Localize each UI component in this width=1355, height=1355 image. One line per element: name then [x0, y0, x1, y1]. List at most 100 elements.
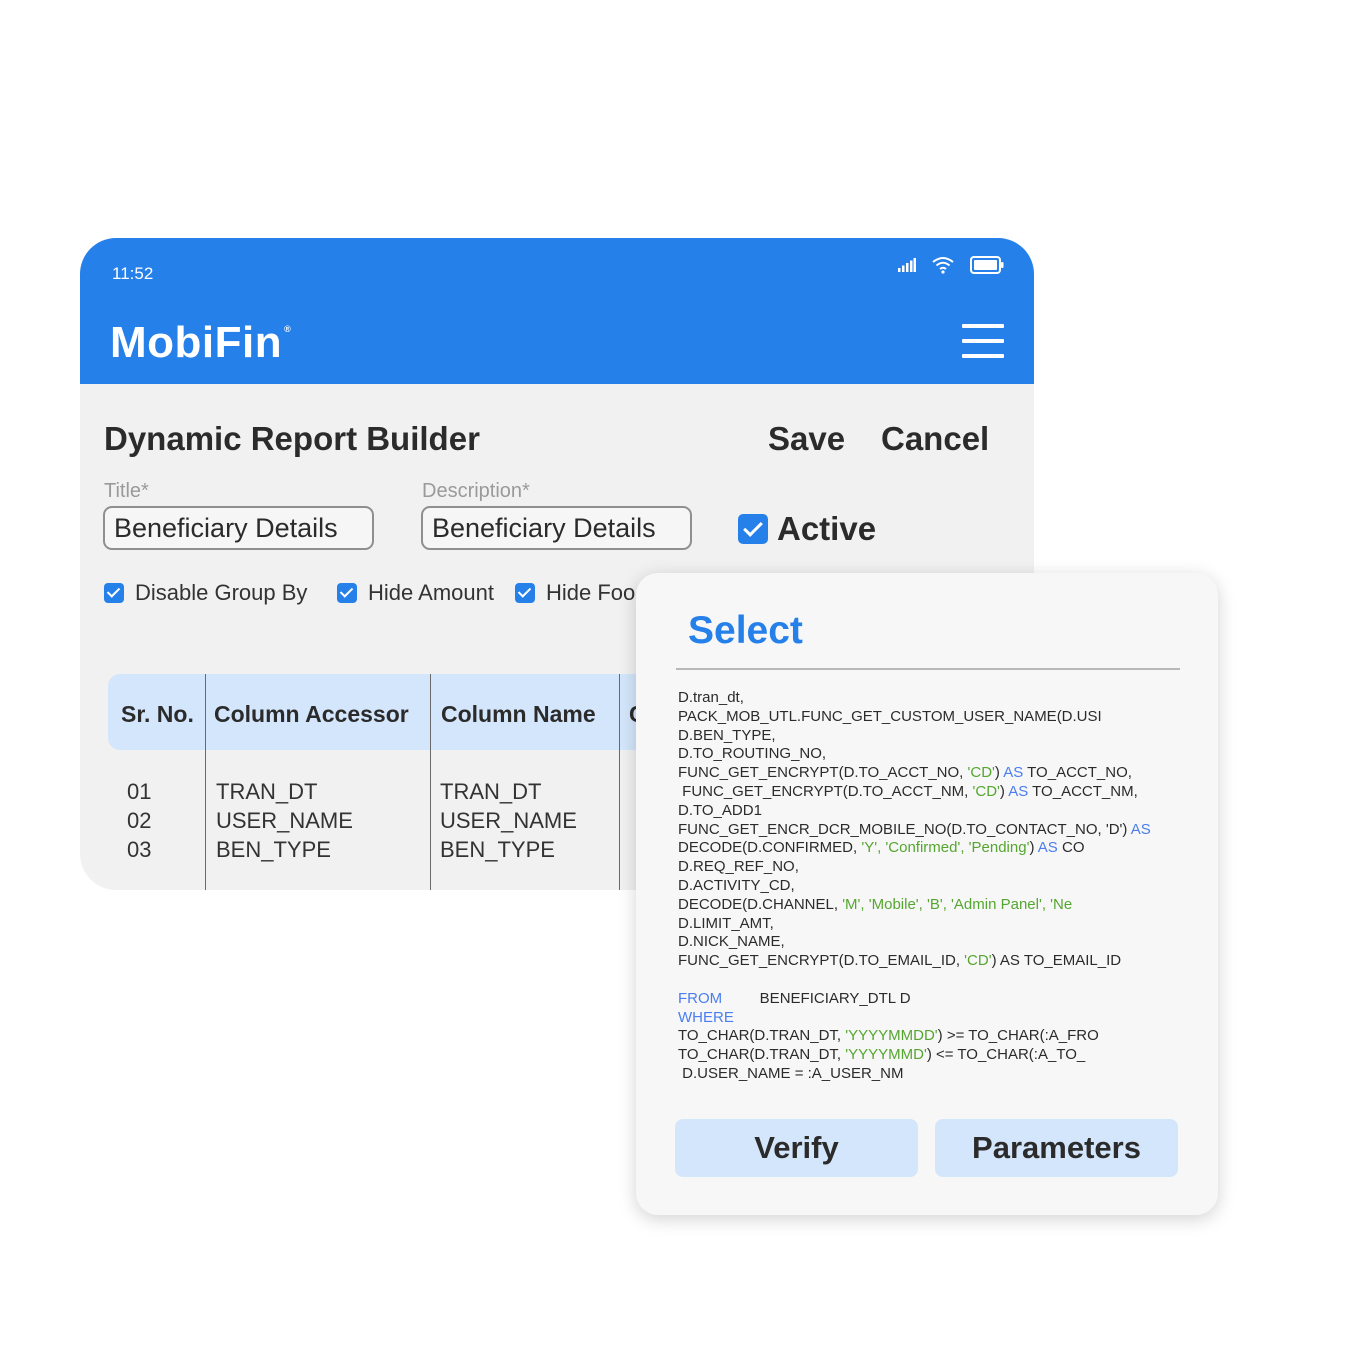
sql-text: ) <= TO_CHAR(:A_TO_: [926, 1046, 1086, 1064]
sql-string: 'YYYYMMD': [845, 1046, 927, 1064]
signal-icon: [898, 258, 916, 272]
sql-text: D.BEN_TYPE,: [678, 726, 776, 744]
page-title: Dynamic Report Builder: [104, 420, 480, 457]
sql-text: CO: [1057, 839, 1085, 857]
option-hide-footer[interactable]: Hide Foo: [515, 580, 635, 606]
sql-line: D.REQ_REF_NO,: [678, 858, 1198, 877]
row-accessor: USER_NAME: [216, 808, 353, 833]
sql-text: DECODE(D.CHANNEL,: [678, 895, 843, 913]
sql-line: D.tran_dt,: [678, 689, 1198, 708]
sql-text: ) >= TO_CHAR(:A_FRO: [937, 1027, 1099, 1045]
wifi-icon: [932, 257, 954, 274]
save-button[interactable]: Save: [768, 420, 845, 458]
verify-button[interactable]: Verify: [675, 1119, 918, 1177]
sql-text: D.USER_NAME = :A_USER_NM: [678, 1064, 904, 1082]
column-divider: [619, 674, 620, 890]
active-label: Active: [777, 510, 877, 547]
row-column-name: BEN_TYPE: [440, 837, 555, 862]
sql-line: D.USER_NAME = :A_USER_NM: [678, 1065, 1198, 1084]
sql-line: FROM BENEFICIARY_DTL D: [678, 990, 1198, 1009]
sql-line: FUNC_GET_ENCRYPT(D.TO_ACCT_NM, 'CD') AS …: [678, 783, 1198, 802]
description-label: Description*: [422, 480, 530, 502]
description-field[interactable]: Beneficiary Details: [421, 506, 692, 550]
sql-text: D.TO_ADD1: [678, 801, 762, 819]
sql-string: 'Y', 'Confirmed', 'Pending': [861, 839, 1030, 857]
row-sr-no: 01: [127, 779, 152, 804]
column-divider: [430, 674, 431, 890]
sql-line: D.BEN_TYPE,: [678, 727, 1198, 746]
sql-string: 'CD': [964, 952, 992, 970]
row-accessor: TRAN_DT: [216, 779, 318, 804]
sql-query-text[interactable]: D.tran_dt, PACK_MOB_UTL.FUNC_GET_CUSTOM_U…: [678, 689, 1198, 1084]
sql-text: TO_CHAR(D.TRAN_DT,: [678, 1027, 846, 1045]
sql-text: ): [999, 782, 1009, 800]
sql-text: D.TO_ROUTING_NO,: [678, 745, 827, 763]
select-title: Select: [688, 609, 803, 652]
checkbox[interactable]: [515, 583, 535, 603]
sql-line: D.TO_ROUTING_NO,: [678, 745, 1198, 764]
sql-text: FUNC_GET_ENCR_DCR_MOBILE_NO(D.TO_CONTACT…: [678, 820, 1131, 838]
sql-string: 'CD': [967, 764, 995, 782]
row-sr-no: 02: [127, 808, 152, 833]
sql-text: FUNC_GET_ENCRYPT(D.TO_ACCT_NO,: [678, 764, 968, 782]
checkbox[interactable]: [337, 583, 357, 603]
hamburger-menu-icon[interactable]: [962, 324, 1004, 358]
divider: [676, 668, 1180, 670]
row-accessor: BEN_TYPE: [216, 837, 331, 862]
row-column-name: TRAN_DT: [440, 779, 542, 804]
option-hide-amount[interactable]: Hide Amount: [337, 580, 494, 606]
sql-keyword: WHERE: [678, 1008, 734, 1026]
app-header: 11:52 MobiFin ®: [80, 238, 1034, 384]
sql-text: D.NICK_NAME,: [678, 933, 785, 951]
checkbox[interactable]: [104, 583, 124, 603]
status-icons: [898, 256, 1004, 274]
battery-icon: [970, 256, 1004, 274]
sql-text: ) AS TO_EMAIL_ID: [991, 952, 1122, 970]
sql-line: TO_CHAR(D.TRAN_DT, 'YYYYMMD') <= TO_CHAR…: [678, 1046, 1198, 1065]
row-column-name: USER_NAME: [440, 808, 577, 833]
title-label: Title*: [104, 480, 149, 502]
row-sr-no: 03: [127, 837, 152, 862]
sql-line: FUNC_GET_ENCR_DCR_MOBILE_NO(D.TO_CONTACT…: [678, 821, 1198, 840]
option-label: Hide Amount: [368, 580, 494, 605]
option-label: Disable Group By: [135, 580, 308, 605]
sql-text: ): [1029, 839, 1038, 857]
sql-keyword: FROM: [678, 989, 723, 1007]
option-label: Hide Foo: [546, 580, 636, 605]
option-disable-group-by[interactable]: Disable Group By: [104, 580, 307, 606]
cancel-button[interactable]: Cancel: [881, 420, 989, 458]
sql-text: D.LIMIT_AMT,: [678, 914, 774, 932]
sql-line: D.LIMIT_AMT,: [678, 915, 1198, 934]
sql-line: D.ACTIVITY_CD,: [678, 877, 1198, 896]
column-divider: [205, 674, 206, 890]
sql-line: PACK_MOB_UTL.FUNC_GET_CUSTOM_USER_NAME(D…: [678, 708, 1198, 727]
header-column-name: Column Name: [441, 701, 596, 727]
header-sr-no: Sr. No.: [121, 701, 194, 727]
sql-text: D.REQ_REF_NO,: [678, 858, 799, 876]
sql-keyword: AS: [1037, 839, 1058, 857]
sql-text: TO_CHAR(D.TRAN_DT,: [678, 1046, 846, 1064]
active-checkbox[interactable]: [738, 514, 768, 544]
sql-text: BENEFICIARY_DTL D: [722, 989, 911, 1007]
status-time: 11:52: [112, 264, 154, 283]
active-toggle[interactable]: Active: [738, 510, 876, 548]
mobifin-logo: MobiFin ®: [110, 318, 292, 367]
sql-line: TO_CHAR(D.TRAN_DT, 'YYYYMMDD') >= TO_CHA…: [678, 1027, 1198, 1046]
sql-line: FUNC_GET_ENCRYPT(D.TO_ACCT_NO, 'CD') AS …: [678, 764, 1198, 783]
sql-string: 'M', 'Mobile', 'B', 'Admin Panel', 'Ne: [842, 895, 1073, 913]
sql-line: D.NICK_NAME,: [678, 933, 1198, 952]
sql-line: WHERE: [678, 1009, 1198, 1028]
sql-text: TO_ACCT_NO,: [1023, 764, 1132, 782]
sql-keyword: AS: [1003, 764, 1024, 782]
sql-line: DECODE(D.CONFIRMED, 'Y', 'Confirmed', 'P…: [678, 839, 1198, 858]
sql-text: D.tran_dt,: [678, 689, 744, 706]
sql-line: D.TO_ADD1: [678, 802, 1198, 821]
sql-text: DECODE(D.CONFIRMED,: [678, 839, 862, 857]
parameters-button[interactable]: Parameters: [935, 1119, 1178, 1177]
sql-text: D.ACTIVITY_CD,: [678, 876, 795, 894]
sql-text: PACK_MOB_UTL.FUNC_GET_CUSTOM_USER_NAME(D…: [678, 707, 1102, 725]
sql-string: 'YYYYMMDD': [845, 1027, 938, 1045]
header-column-accessor: Column Accessor: [214, 701, 409, 727]
sql-string: 'CD': [972, 782, 1000, 800]
title-field[interactable]: Beneficiary Details: [103, 506, 374, 550]
